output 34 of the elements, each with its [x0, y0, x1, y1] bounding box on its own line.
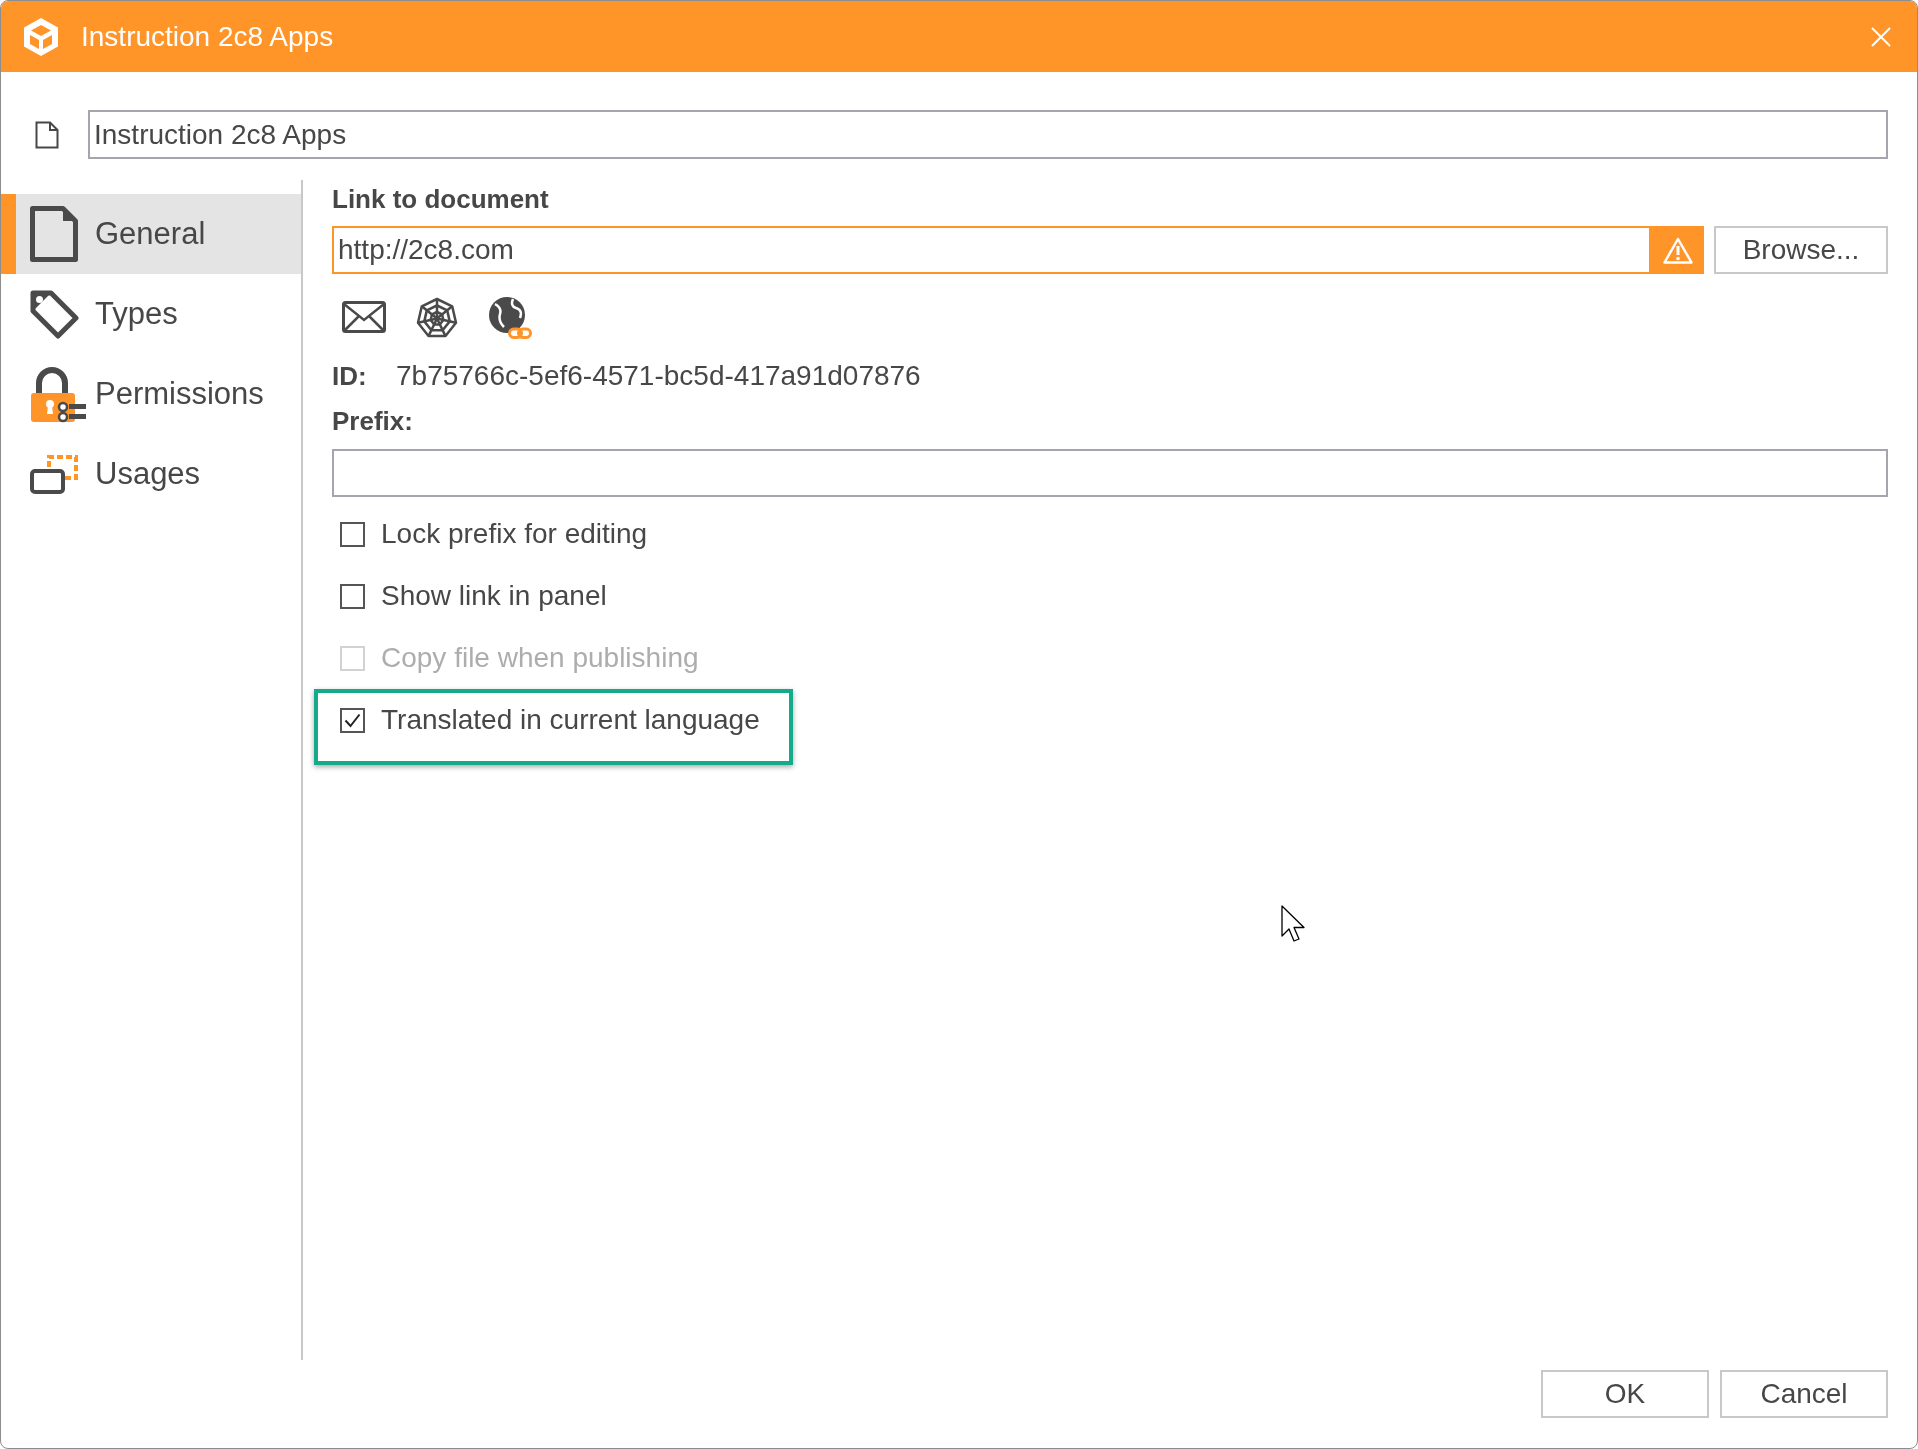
section-label: Link to document [332, 184, 550, 215]
mouse-pointer-icon [1281, 905, 1307, 944]
id-value: 7b75766c-5ef6-4571-bc5d-417a91d07876 [396, 359, 921, 393]
document-icon [30, 206, 78, 262]
prefix-field[interactable] [332, 449, 1888, 497]
globe-chain-icon[interactable] [488, 295, 532, 339]
ok-button[interactable]: OK [1541, 1370, 1709, 1418]
envelope-icon[interactable] [342, 301, 386, 333]
spider-web-icon[interactable] [415, 296, 459, 338]
sidebar-tab[interactable]: Types [1, 274, 301, 354]
warning-icon [1662, 236, 1693, 264]
padlock-icon [30, 365, 86, 423]
checkbox[interactable] [340, 583, 365, 609]
close-icon [1871, 26, 1891, 47]
app-logo-icon [23, 16, 59, 57]
document-icon [35, 120, 59, 149]
checkbox-label: Lock prefix for editing [381, 517, 648, 551]
cancel-button[interactable]: Cancel [1720, 1370, 1888, 1418]
field-label: ID: [332, 360, 368, 393]
checkbox-label: Copy file when publishing [381, 641, 699, 675]
browse-button[interactable]: Browse... [1714, 226, 1888, 274]
sidebar-tab[interactable]: Permissions [1, 354, 301, 434]
sidebar-tab[interactable]: General [1, 194, 301, 274]
field-label: Prefix: [332, 406, 414, 437]
checkbox-label: Show link in panel [381, 579, 607, 613]
checkbox[interactable] [340, 521, 365, 547]
checkbox-label: Translated in current language [381, 703, 760, 737]
window-title: Instruction 2c8 Apps [81, 19, 334, 54]
checkbox[interactable] [340, 707, 365, 733]
sidebar-tab[interactable]: Usages [1, 434, 301, 514]
dashed-frame-icon [30, 454, 78, 494]
tag-icon [30, 289, 79, 339]
url-field[interactable]: http://2c8.com [332, 226, 1651, 274]
name-field[interactable]: Instruction 2c8 Apps [88, 110, 1888, 159]
